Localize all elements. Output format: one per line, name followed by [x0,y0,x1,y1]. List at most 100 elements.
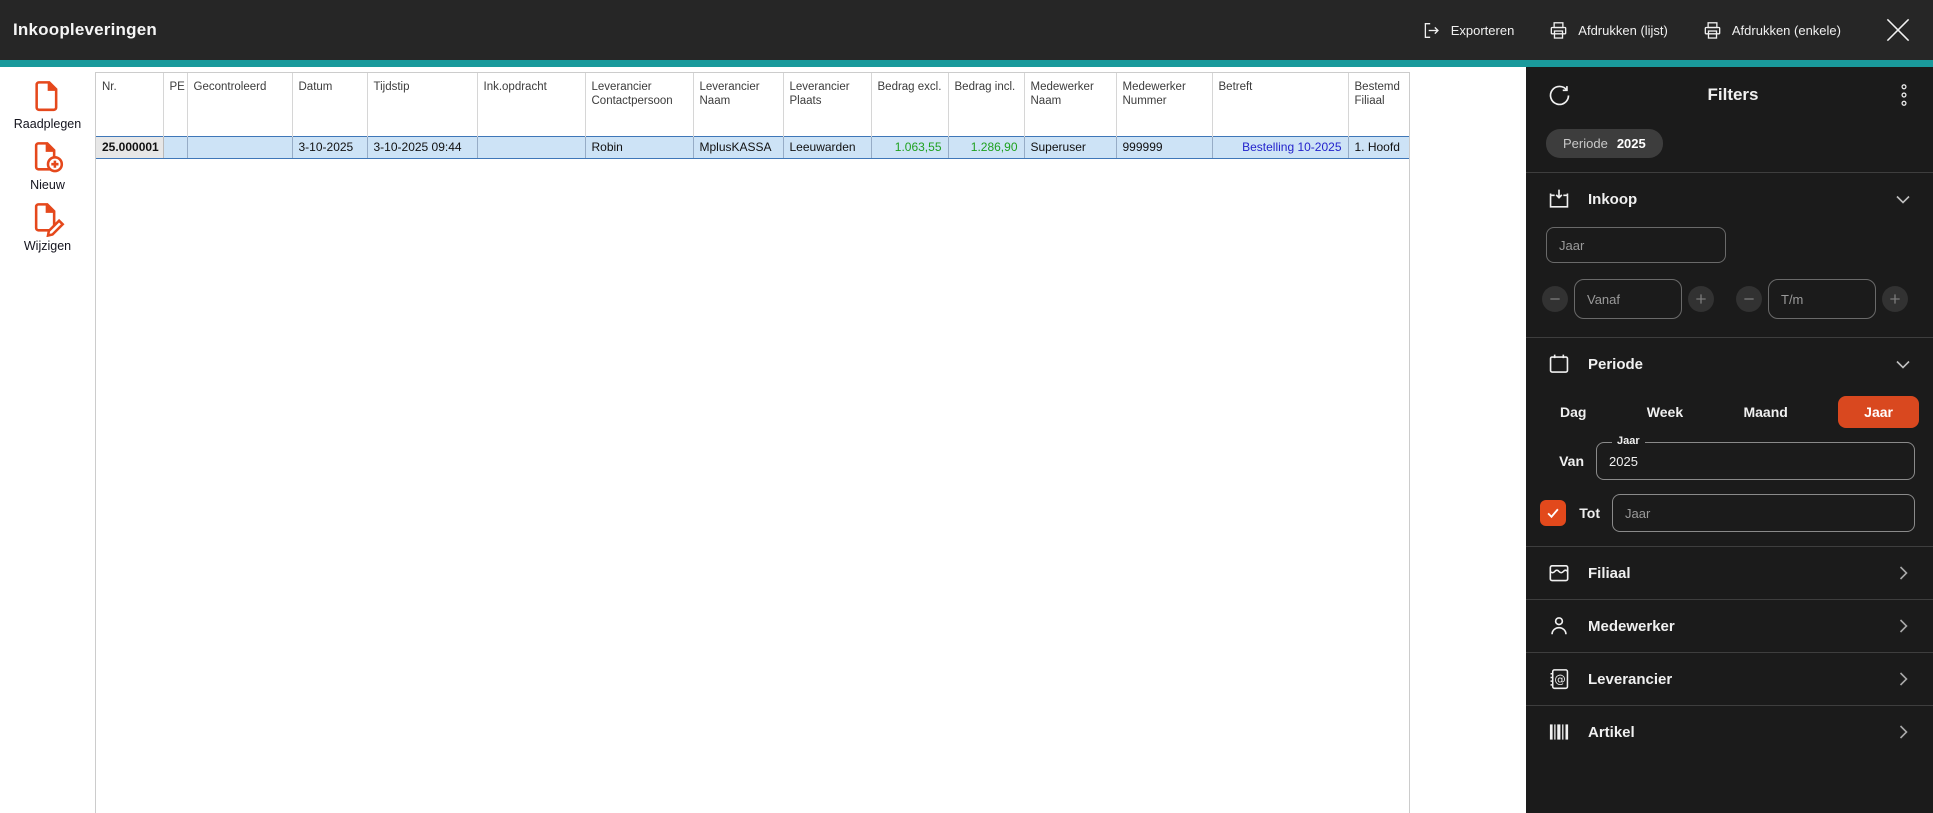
toolbar: Exporteren Afdrukken (lijst) Afdrukken (… [1421,13,1933,47]
periode-tot-row: Tot [1526,494,1933,532]
address-book-icon: @ [1546,666,1572,692]
section-periode[interactable]: Periode [1526,338,1933,390]
periode-granularity-tabs: Dag Week Maand Jaar [1526,390,1933,442]
column-header[interactable]: Gecontroleerd [187,73,293,136]
section-medewerker[interactable]: Medewerker [1526,600,1933,652]
inkoop-jaar-row [1526,225,1933,279]
afdrukken-lijst-label: Afdrukken (lijst) [1578,22,1668,38]
section-label: Artikel [1588,723,1635,741]
section-label: Inkoop [1588,190,1638,208]
inkoop-jaar-input[interactable] [1546,227,1726,263]
chevron-right-icon [1891,614,1915,638]
section-inkoop[interactable]: Inkoop [1526,173,1933,225]
chevron-right-icon [1891,667,1915,691]
tab-maand[interactable]: Maand [1733,396,1797,428]
chevron-down-icon [1891,187,1915,211]
document-plus-icon [30,138,66,176]
table-cell: 1. Hoofd [1348,135,1409,159]
vanaf-increment-button[interactable] [1688,286,1714,312]
action-sidebar: Raadplegen Nieuw Wijzigen [0,67,95,813]
table-row[interactable]: 25.000001 3-10-2025 3-10-2025 09:44 Robin Mp… [96,135,1409,159]
vanaf-decrement-button[interactable] [1542,286,1568,312]
column-header[interactable]: Leverancier Plaats [783,73,872,136]
kebab-menu-icon[interactable] [1893,81,1915,109]
sidebar-item-label: Raadplegen [13,117,82,131]
column-header[interactable]: Bedrag excl. [871,73,949,136]
tot-jaar-input[interactable] [1612,494,1915,532]
van-label: Van [1559,453,1584,469]
sidebar-item-label: Nieuw [30,178,65,192]
column-header[interactable]: Betreft [1212,73,1349,136]
tm-decrement-button[interactable] [1736,286,1762,312]
column-header[interactable]: Medewerker Nummer [1116,73,1213,136]
periode-van-row: Van Jaar [1526,435,1933,480]
table-cell [477,135,586,159]
tab-jaar[interactable]: Jaar [1838,396,1919,428]
column-header[interactable]: Leverancier Contactpersoon [585,73,694,136]
chevron-right-icon [1891,561,1915,585]
table-cell: 3-10-2025 [292,135,368,159]
afdrukken-enkele-label: Afdrukken (enkele) [1731,22,1841,38]
inkoopleveringen-window: Inkoopleveringen Exporteren Afdrukken (l… [0,0,1933,813]
tab-week[interactable]: Week [1637,396,1693,428]
afdrukken-enkele-button[interactable]: Afdrukken (enkele) [1702,20,1841,41]
table-cell: 1.286,90 [948,135,1025,159]
document-icon [29,77,65,115]
table-cell [187,135,293,159]
tab-dag[interactable]: Dag [1550,396,1596,428]
tm-input[interactable] [1768,279,1876,319]
printer-icon [1548,20,1569,41]
chevron-down-icon [1891,352,1915,376]
column-header[interactable]: Datum [292,73,368,136]
active-filter-chip[interactable]: Periode 2025 [1546,129,1663,158]
section-label: Medewerker [1588,617,1675,635]
exporteren-label: Exporteren [1450,22,1515,38]
calendar-icon [1546,351,1572,377]
tot-label: Tot [1579,505,1600,521]
sidebar-item-nieuw[interactable]: Nieuw [30,138,66,192]
table-cell: Robin [585,135,694,159]
afdrukken-lijst-button[interactable]: Afdrukken (lijst) [1548,20,1668,41]
sidebar-item-wijzigen[interactable]: Wijzigen [24,199,71,253]
vanaf-input[interactable] [1574,279,1682,319]
refresh-icon[interactable] [1546,82,1573,109]
section-label: Periode [1588,355,1644,373]
table-cell: MplusKASSA [693,135,784,159]
table-cell: 1.063,55 [871,135,949,159]
teal-accent-line [0,60,1933,67]
column-header[interactable]: Ink.opdracht [477,73,586,136]
storefront-icon [1546,560,1572,586]
sidebar-item-raadplegen[interactable]: Raadplegen [14,77,81,131]
barcode-icon [1546,719,1572,745]
svg-text:@: @ [1554,672,1565,686]
table-cell: 25.000001 [96,135,164,159]
printer-icon [1702,20,1723,41]
person-icon [1546,613,1572,639]
orders-table: Nr. PE Gecontroleerd Datum Tijdstip Ink.opdra… [95,72,1410,813]
section-artikel[interactable]: Artikel [1526,706,1933,758]
close-icon [1881,13,1915,47]
column-header[interactable]: Medewerker Naam [1024,73,1117,136]
section-label: Filiaal [1588,564,1631,582]
tm-increment-button[interactable] [1882,286,1908,312]
inkoop-range-row [1526,279,1933,337]
chip-value: 2025 [1616,136,1646,151]
column-header[interactable]: Tijdstip [367,73,478,136]
section-filiaal[interactable]: Filiaal [1526,547,1933,599]
column-header[interactable]: Bestemd Filiaal [1348,73,1409,136]
column-header[interactable]: Leverancier Naam [693,73,784,136]
inbox-arrow-icon [1546,186,1572,212]
title-bar: Inkoopleveringen Exporteren Afdrukken (l… [0,0,1933,60]
column-header[interactable]: Nr. [96,73,164,136]
exporteren-button[interactable]: Exporteren [1421,20,1515,41]
column-header[interactable]: Bedrag incl. [948,73,1025,136]
chip-label: Periode [1563,136,1608,151]
table-cell: 999999 [1116,135,1213,159]
van-jaar-input[interactable] [1596,442,1915,480]
page-title: Inkoopleveringen [13,20,157,39]
section-leverancier[interactable]: @ Leverancier [1526,653,1933,705]
filters-header: Filters [1526,67,1933,123]
column-header[interactable]: PE [163,73,188,136]
document-edit-icon [30,199,66,237]
close-button[interactable] [1881,13,1915,47]
